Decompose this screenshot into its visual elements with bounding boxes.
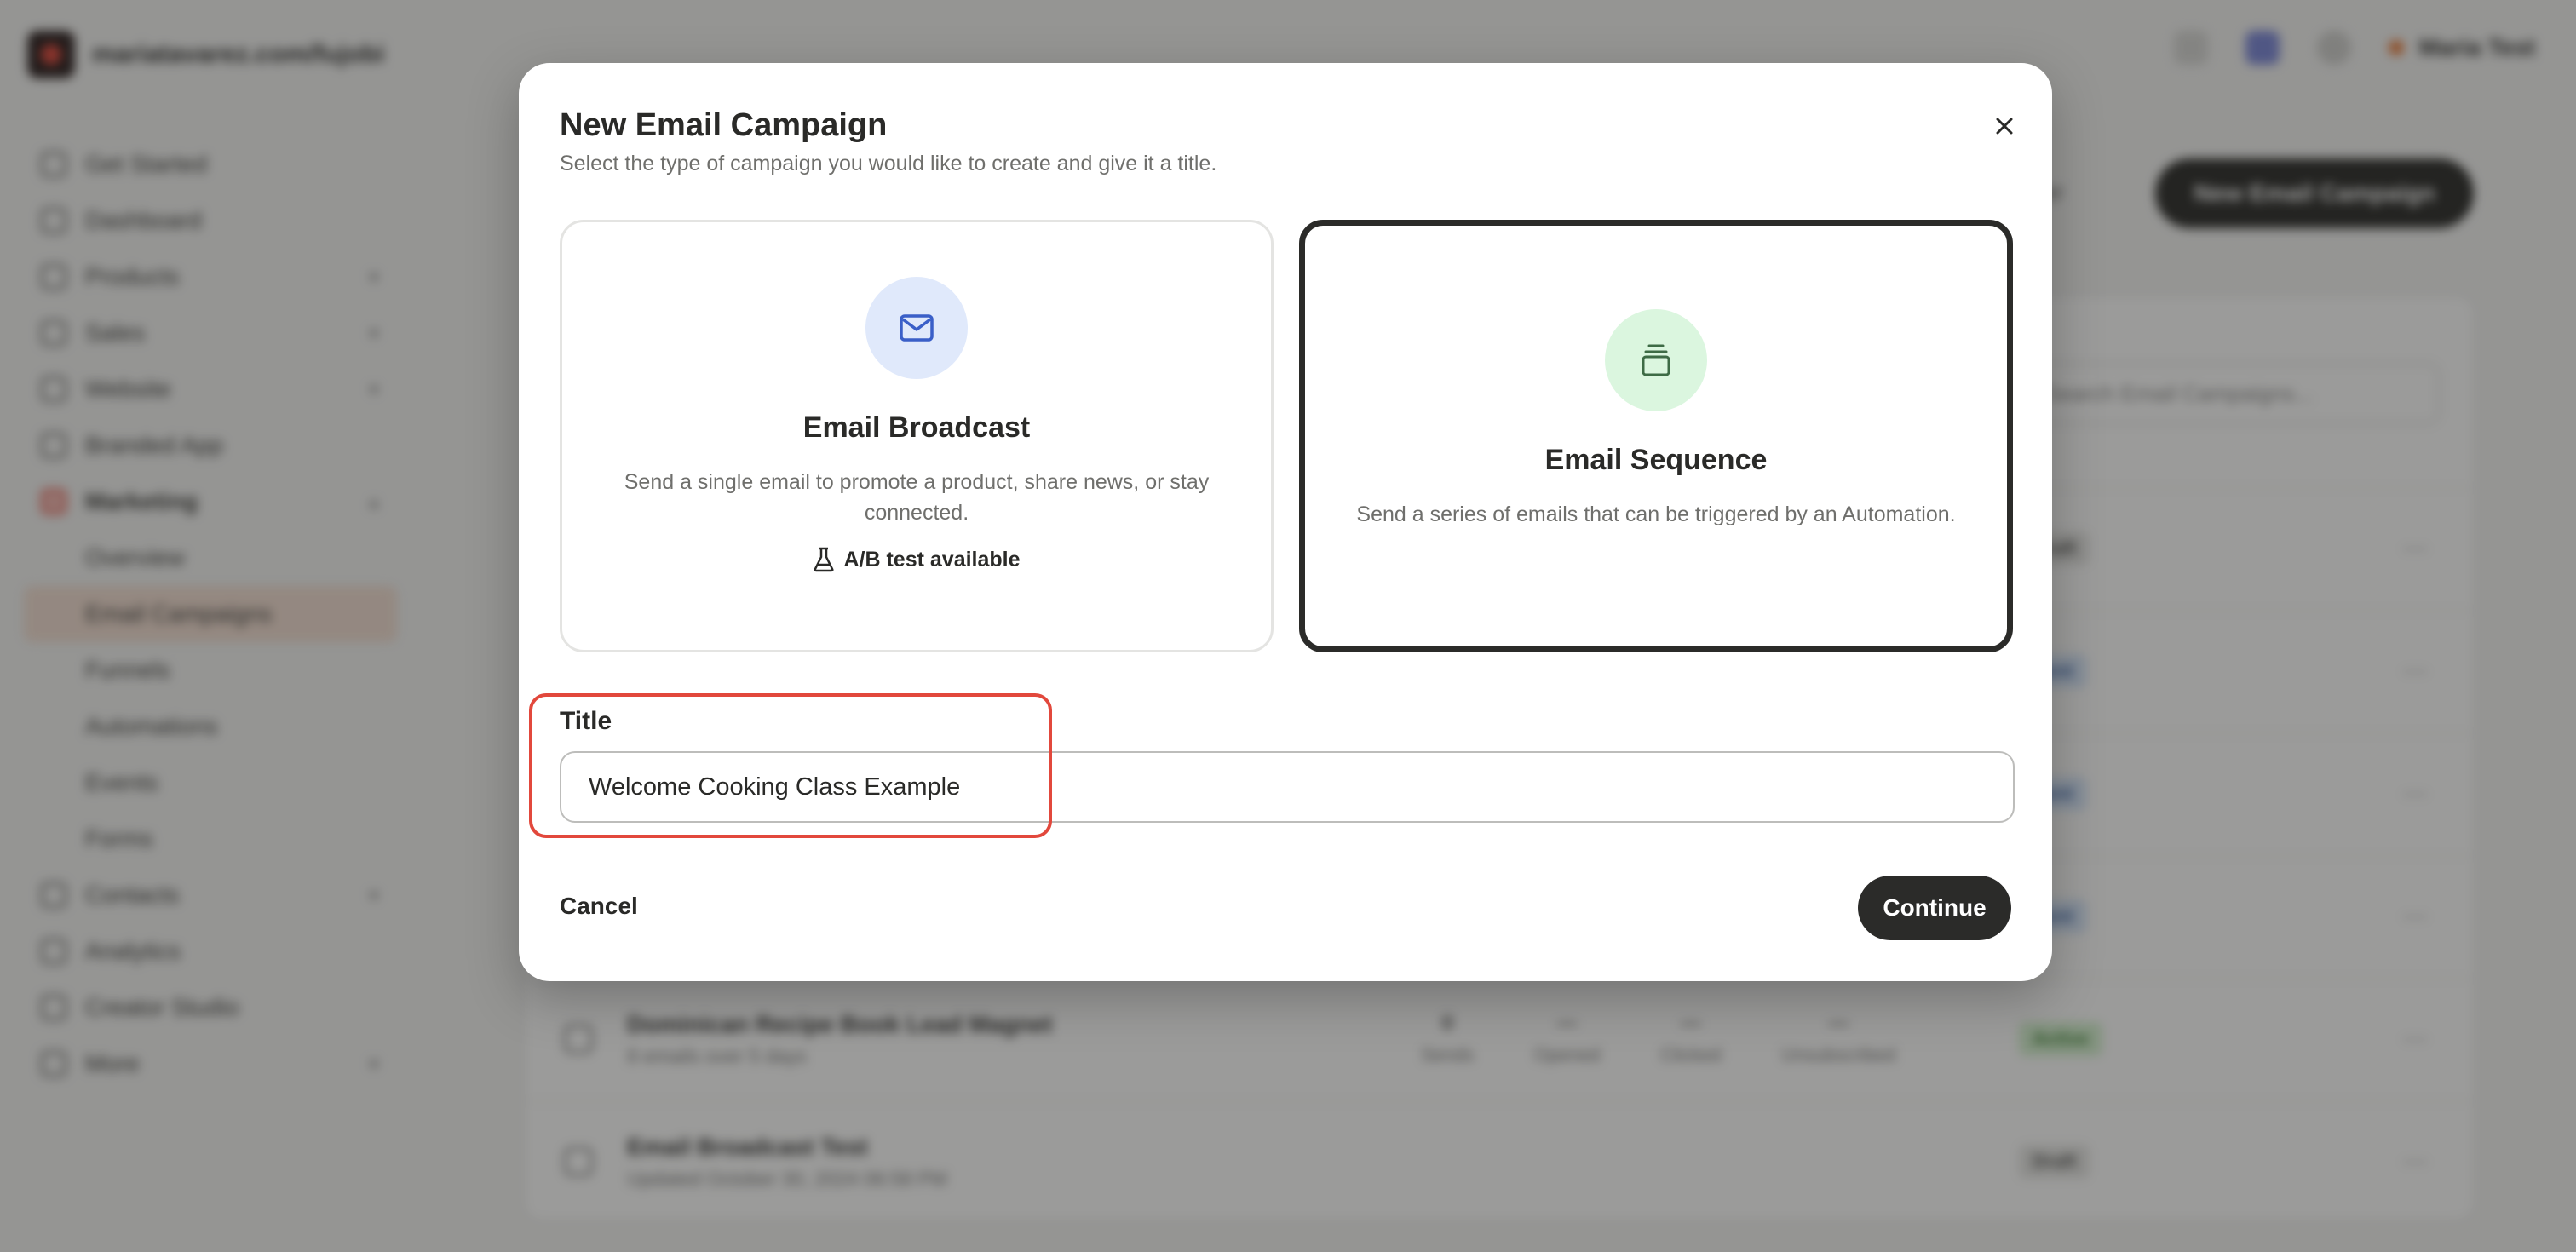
app-root: mariatavarez.com/fujobi Maria Test Get S…: [0, 0, 2576, 1252]
option-title: Email Broadcast: [802, 411, 1031, 444]
close-icon: [1996, 118, 2013, 135]
mail-icon: [900, 314, 934, 342]
continue-button[interactable]: Continue: [1858, 876, 2011, 940]
stack-icon: [1642, 344, 1670, 376]
mail-icon-badge: [865, 277, 968, 379]
stack-icon-badge: [1605, 309, 1707, 411]
flask-icon: [814, 547, 835, 572]
cancel-button[interactable]: Cancel: [560, 893, 638, 920]
close-button[interactable]: [1979, 101, 2030, 152]
email-sequence-option[interactable]: Email Sequence Send a series of emails t…: [1299, 220, 2013, 652]
ab-test-label: A/B test available: [843, 547, 1021, 571]
modal-title: New Email Campaign: [560, 107, 888, 143]
email-broadcast-option[interactable]: Email Broadcast Send a single email to p…: [560, 220, 1274, 652]
title-label: Title: [560, 707, 612, 735]
ab-test-note: A/B test available: [562, 547, 1271, 572]
title-input[interactable]: [560, 751, 2015, 823]
option-title: Email Sequence: [1544, 444, 1768, 476]
modal-subtitle: Select the type of campaign you would li…: [560, 152, 1217, 175]
new-email-campaign-modal: New Email Campaign Select the type of ca…: [519, 63, 2052, 981]
option-description: Send a single email to promote a product…: [624, 470, 1210, 525]
option-description: Send a series of emails that can be trig…: [1356, 503, 1956, 526]
